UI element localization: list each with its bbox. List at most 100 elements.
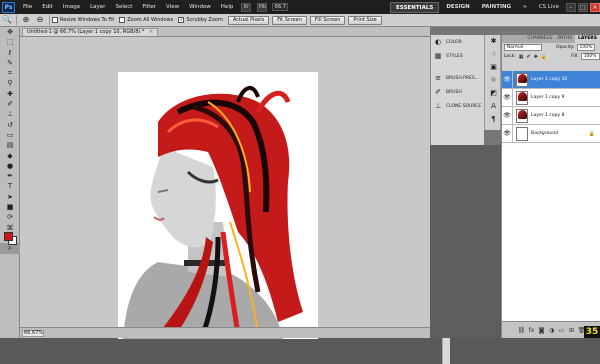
layer-row[interactable]: 👁 Layer 1 copy 10	[502, 70, 600, 89]
brush-icon[interactable]: ✐	[0, 99, 20, 109]
fill-screen-button[interactable]: Fill Screen	[309, 15, 346, 25]
restore-button[interactable]: □	[578, 2, 588, 12]
fill-field[interactable]: 100%	[580, 53, 600, 60]
mini-bridge-button[interactable]: Mb	[257, 2, 268, 12]
fit-screen-button[interactable]: Fit Screen	[272, 15, 307, 25]
visibility-eye-icon[interactable]: 👁	[502, 88, 513, 107]
brush-presets-panel-button[interactable]: ≡ BRUSH PRES...	[431, 71, 484, 85]
adjustment-icon[interactable]: ◑	[547, 327, 557, 334]
menu-file[interactable]: File	[18, 4, 37, 10]
visibility-eye-icon[interactable]: 👁	[502, 124, 513, 143]
clone-source-panel-button[interactable]: ⊥ CLONE SOURCE	[431, 99, 484, 113]
move-icon[interactable]: ✥	[0, 27, 20, 37]
workspace-painting-button[interactable]: PAINTING	[477, 2, 516, 13]
link-icon[interactable]: ⛓	[517, 327, 527, 334]
lock-all-icon[interactable]: 🔒	[541, 54, 547, 60]
layer-row[interactable]: 👁 Layer 1 copy 8	[502, 106, 600, 125]
document-tab[interactable]: Untitled-1 @ 66.7% (Layer 1 copy 10, RGB…	[22, 28, 159, 36]
checkmark-icon: ✓	[178, 17, 185, 23]
menu-view[interactable]: View	[161, 4, 184, 10]
dodge-icon[interactable]: ●	[0, 161, 20, 171]
close-button[interactable]: ×	[590, 2, 600, 12]
healing-icon[interactable]: ✚	[0, 89, 20, 99]
quick-select-icon[interactable]: ✎	[0, 58, 20, 68]
foreground-color-swatch[interactable]	[4, 232, 13, 241]
layer-name: Background	[531, 131, 558, 136]
zoom-tool-preset-icon[interactable]: 🔍	[2, 15, 12, 25]
options-divider	[49, 15, 50, 25]
print-size-button[interactable]: Print Size	[348, 15, 382, 25]
lasso-icon[interactable]: ℓ	[0, 48, 20, 58]
layer-row-background[interactable]: 👁 Background 🔒	[502, 124, 600, 143]
minimize-button[interactable]: –	[566, 2, 576, 12]
pen-icon[interactable]: ✒	[0, 171, 20, 181]
layer-row[interactable]: 👁 Layer 1 copy 9	[502, 88, 600, 107]
group-icon[interactable]: ▭	[557, 327, 567, 334]
crop-icon[interactable]: ⌗	[0, 68, 20, 78]
character-icon[interactable]: A	[485, 100, 502, 113]
marquee-icon[interactable]: ⬚	[0, 37, 20, 47]
layer-thumbnail	[516, 72, 528, 87]
brush-panel-label: BRUSH	[446, 89, 462, 95]
paths-icon[interactable]: ◩	[485, 87, 502, 100]
new-layer-icon[interactable]: ⊞	[567, 327, 577, 334]
fx-icon[interactable]: fx	[527, 327, 537, 334]
close-document-icon[interactable]: ×	[149, 29, 153, 35]
visibility-eye-icon[interactable]: 👁	[502, 106, 513, 125]
3d-rotate-icon[interactable]: ⟳	[0, 212, 20, 222]
clone-stamp-icon[interactable]: ⊥	[0, 109, 20, 119]
tab-paths[interactable]: PATHS	[555, 35, 575, 43]
gradient-icon[interactable]: ▤	[0, 140, 20, 150]
color-panel-button[interactable]: ◐ COLOR	[431, 35, 484, 49]
menu-layer[interactable]: Layer	[85, 4, 110, 10]
status-zoom-field[interactable]: 66.67%	[22, 330, 44, 337]
menu-bar: Ps File Edit Image Layer Select Filter V…	[0, 0, 600, 14]
scrubby-zoom-checkbox[interactable]: ✓ Scrubby Zoom	[178, 17, 223, 23]
menu-select[interactable]: Select	[110, 4, 137, 10]
bridge-button[interactable]: Br	[241, 2, 252, 12]
history-icon[interactable]: ▣	[485, 61, 502, 74]
adjustments-icon[interactable]: ☼	[485, 74, 502, 87]
overlay-badge: 35	[584, 326, 600, 338]
lock-paint-icon[interactable]: ✐	[527, 54, 531, 60]
cs-live-button[interactable]: CS Live	[534, 2, 564, 13]
lock-move-icon[interactable]: ✥	[534, 54, 538, 60]
menu-help[interactable]: Help	[216, 4, 239, 10]
zoom-level-field[interactable]: 66.7	[272, 3, 289, 11]
brush-panel-button[interactable]: ✐ BRUSH	[431, 85, 484, 99]
actions-icon[interactable]: ☝	[485, 48, 502, 61]
zoom-out-icon[interactable]: ⊖	[35, 15, 45, 25]
document-canvas[interactable]	[118, 72, 318, 339]
history-brush-icon[interactable]: ↺	[0, 120, 20, 130]
actual-pixels-button[interactable]: Actual Pixels	[227, 15, 270, 25]
type-icon[interactable]: T	[0, 181, 20, 191]
blend-mode-select[interactable]: Normal	[504, 44, 542, 51]
navigator-icon[interactable]: ✱	[485, 35, 502, 48]
path-select-icon[interactable]: ➤	[0, 192, 20, 202]
paragraph-icon[interactable]: ¶	[485, 113, 502, 126]
checkbox-icon	[119, 17, 126, 23]
eyedropper-icon[interactable]: ⚲	[0, 78, 20, 88]
zoom-all-windows-checkbox[interactable]: Zoom All Windows	[119, 17, 173, 23]
workspace-design-button[interactable]: DESIGN	[441, 2, 474, 13]
menu-image[interactable]: Image	[58, 4, 85, 10]
zoom-in-icon[interactable]: ⊕	[21, 15, 31, 25]
clone-source-icon: ⊥	[434, 102, 442, 110]
opacity-field[interactable]: 100%	[576, 44, 596, 51]
menu-window[interactable]: Window	[184, 4, 216, 10]
eraser-icon[interactable]: ▭	[0, 130, 20, 140]
visibility-eye-icon[interactable]: 👁	[502, 70, 513, 89]
mask-icon[interactable]: ◙	[537, 327, 547, 334]
shape-icon[interactable]: ■	[0, 202, 20, 212]
resize-windows-checkbox[interactable]: Resize Windows To Fit	[52, 17, 114, 23]
workspace-essentials-button[interactable]: ESSENTIALS	[389, 1, 440, 13]
lock-pixels-icon[interactable]: ▦	[519, 54, 524, 60]
tab-layers[interactable]: LAYERS	[575, 35, 600, 43]
styles-panel-button[interactable]: ▦ STYLES	[431, 49, 484, 63]
layer-name: Layer 1 copy 8	[531, 113, 565, 118]
workspace-more-button[interactable]: »	[518, 2, 532, 13]
menu-edit[interactable]: Edit	[37, 4, 58, 10]
blur-icon[interactable]: ◆	[0, 151, 20, 161]
tab-channels[interactable]: CHANNELS	[524, 35, 555, 43]
menu-filter[interactable]: Filter	[137, 4, 161, 10]
